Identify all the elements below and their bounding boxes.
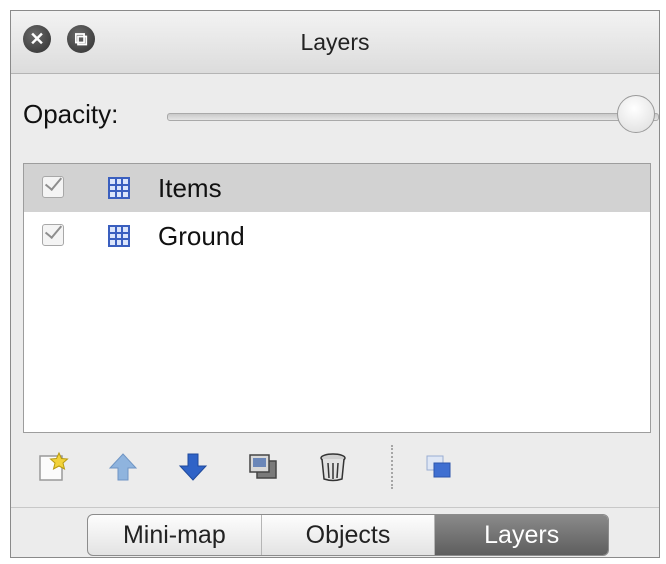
tab-bar: Mini-map Objects Layers	[11, 507, 659, 557]
layer-row-ground[interactable]: Ground	[24, 212, 650, 260]
tab-layers[interactable]: Layers	[435, 515, 608, 555]
visibility-checkbox[interactable]	[42, 224, 64, 246]
toolbar-separator	[391, 445, 393, 489]
opacity-slider[interactable]	[167, 113, 659, 121]
tab-objects[interactable]: Objects	[262, 515, 436, 555]
move-layer-down-icon[interactable]	[177, 451, 209, 483]
layer-options-icon[interactable]	[423, 451, 455, 483]
opacity-slider-knob[interactable]	[617, 95, 655, 133]
layer-name: Ground	[158, 221, 245, 251]
new-layer-icon[interactable]	[37, 451, 69, 483]
segmented-tabs: Mini-map Objects Layers	[87, 514, 609, 556]
layer-row-items[interactable]: Items	[24, 164, 650, 212]
tab-mini-map[interactable]: Mini-map	[88, 515, 262, 555]
layer-list: Items Ground	[23, 163, 651, 433]
delete-layer-icon[interactable]	[317, 451, 349, 483]
opacity-label: Opacity:	[23, 99, 119, 129]
layers-panel: ✕ ⧉ Layers Opacity: Items Ground Mini-ma…	[10, 10, 660, 558]
window-title: Layers	[300, 29, 370, 55]
duplicate-layer-icon[interactable]	[247, 451, 279, 483]
layer-name: Items	[158, 173, 222, 203]
move-layer-up-icon[interactable]	[107, 451, 139, 483]
layer-toolbar	[11, 437, 659, 495]
opacity-row: Opacity:	[11, 73, 659, 165]
tile-layer-icon	[108, 177, 130, 199]
visibility-checkbox[interactable]	[42, 176, 64, 198]
tile-layer-icon	[108, 225, 130, 247]
title-bar: ✕ ⧉ Layers	[11, 11, 659, 74]
